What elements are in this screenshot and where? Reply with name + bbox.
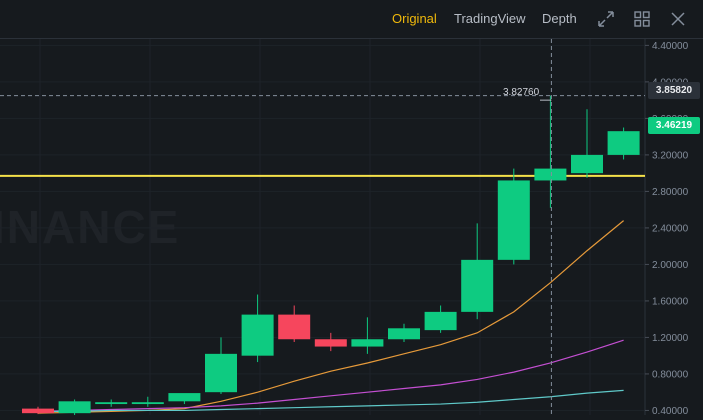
ma-line-3 [38, 389, 624, 412]
y-tick-label: 4.40000 [652, 41, 689, 52]
candle-up [388, 328, 420, 340]
y-tick-label: 3.20000 [652, 150, 689, 161]
candle-up [168, 393, 201, 402]
ma-line-1 [37, 220, 624, 414]
candle-up [497, 180, 530, 260]
chart-canvas[interactable]: 4.400004.000003.600003.200002.800002.400… [0, 39, 703, 417]
candle-up [95, 402, 128, 405]
y-tick-label: 1.60000 [652, 296, 689, 307]
crosshair-axis-tag: 3.85820 [648, 82, 700, 99]
candle-up [131, 402, 164, 405]
y-tick-label: 1.20000 [652, 333, 689, 344]
candle-up [571, 154, 603, 174]
y-tick-label: 0.40000 [652, 406, 689, 415]
candle-up [534, 168, 567, 181]
crosshair-price-label: 3.82760 [503, 87, 540, 98]
tab-depth[interactable]: Depth [542, 11, 577, 26]
tab-tradingview[interactable]: TradingView [454, 11, 526, 26]
candle-down [314, 339, 347, 347]
chart-toolbar: Original TradingView Depth [0, 0, 703, 39]
candle-up [205, 353, 237, 393]
candle-up [424, 311, 457, 331]
candle-down [22, 408, 54, 414]
candlestick-chart[interactable]: 4.400004.000003.600003.200002.800002.400… [0, 39, 703, 417]
y-tick-label: 2.40000 [652, 223, 689, 234]
tab-original[interactable]: Original [392, 11, 437, 26]
candle-up [461, 259, 494, 312]
expand-icon[interactable] [596, 9, 616, 29]
candle-down [278, 314, 311, 340]
candle-up [58, 401, 91, 414]
candle-up [241, 314, 274, 356]
candle-up [351, 339, 384, 347]
grid-icon[interactable] [632, 9, 652, 29]
last-price-tag: 3.46219 [648, 117, 700, 134]
y-tick-label: 2.80000 [652, 187, 689, 198]
y-tick-label: 0.80000 [652, 369, 689, 380]
candle-up [607, 131, 640, 155]
y-tick-label: 2.00000 [652, 260, 689, 271]
close-icon[interactable] [668, 9, 688, 29]
